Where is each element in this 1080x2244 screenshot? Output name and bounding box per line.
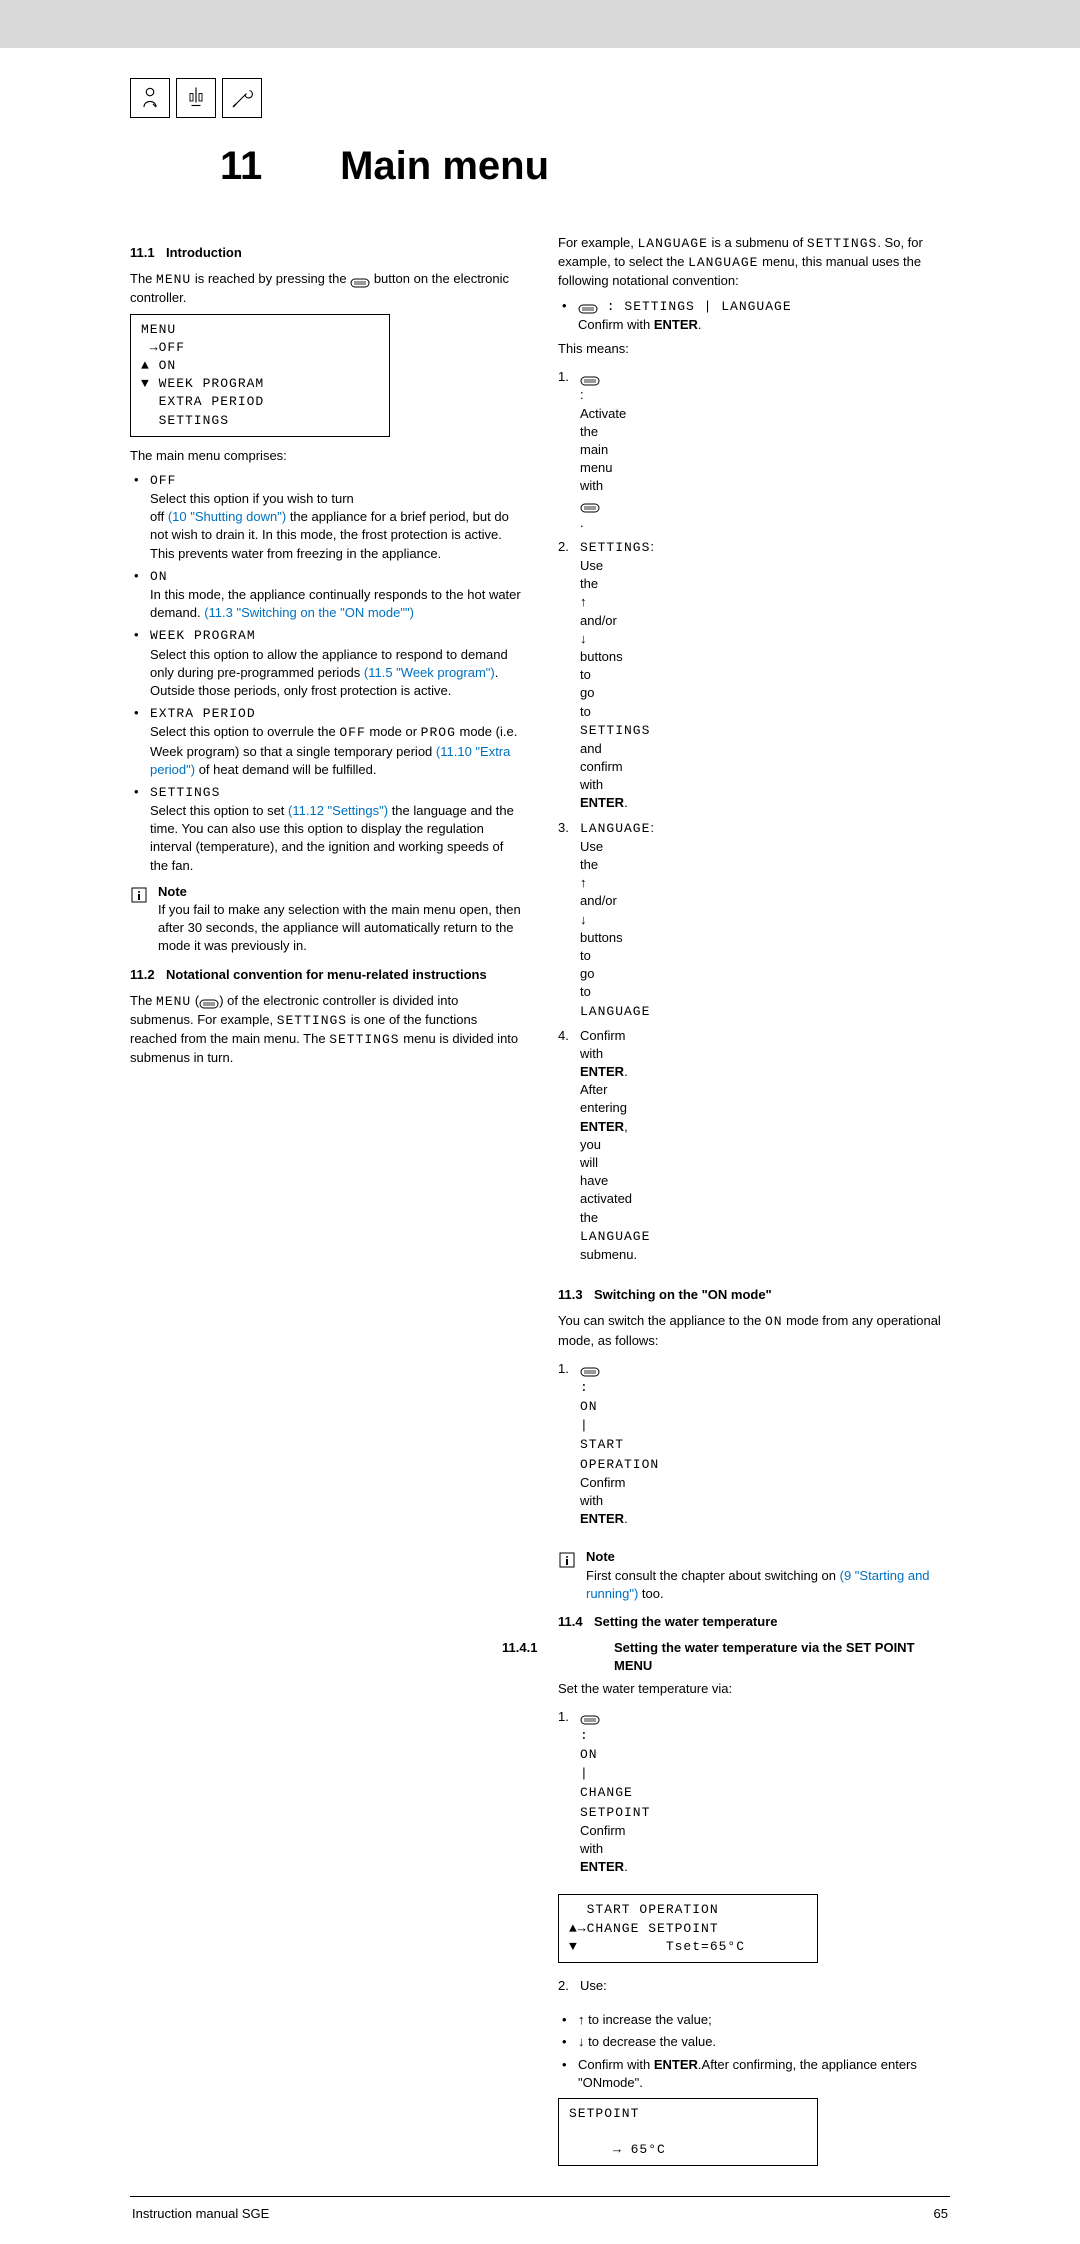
- section-11-1-heading: 11.1Introduction: [130, 244, 522, 262]
- list-item: 1. : Activate the main menu with .: [558, 368, 594, 532]
- menu-icon: [580, 1364, 600, 1374]
- list-item: 4. Confirm with ENTER. After entering EN…: [558, 1027, 594, 1264]
- menu-icon: [580, 500, 600, 510]
- menu-icon: [580, 1712, 600, 1722]
- chapter-number: 11: [220, 144, 262, 188]
- link-on-mode[interactable]: (11.3 "Switching on the "ON mode""): [204, 605, 414, 620]
- list-item: Confirm with ENTER.After confirming, the…: [558, 2056, 950, 2092]
- section-11-3-body: You can switch the appliance to the ON m…: [558, 1312, 950, 1349]
- list-item: : SETTINGS | LANGUAGE Confirm with ENTER…: [558, 297, 950, 334]
- footer-rule: [130, 2196, 950, 2197]
- setpoint-steps: 1. : ON | CHANGE SETPOINT Confirm with E…: [558, 1708, 594, 1883]
- up-arrow-icon: ↑: [580, 594, 587, 609]
- convention-list: : SETTINGS | LANGUAGE Confirm with ENTER…: [558, 297, 950, 334]
- down-arrow-icon: ↓: [580, 912, 587, 927]
- list-item: ON In this mode, the appliance continual…: [130, 567, 522, 623]
- list-item: WEEK PROGRAM Select this option to allow…: [130, 626, 522, 700]
- note-block: Note First consult the chapter about swi…: [558, 1548, 950, 1603]
- list-item: 1. : ON | CHANGE SETPOINT Confirm with E…: [558, 1708, 594, 1877]
- section-11-4-heading: 11.4Setting the water temperature: [558, 1613, 950, 1631]
- list-item: 3. LANGUAGE: Use the ↑ and/or ↓ buttons …: [558, 819, 594, 1021]
- intro-text: The MENU is reached by pressing the butt…: [130, 270, 522, 307]
- menu-icon: [350, 275, 370, 285]
- down-arrow-icon: ↓: [580, 631, 587, 646]
- section-11-4-1-heading: 11.4.1Setting the water temperature via …: [614, 1639, 950, 1675]
- up-arrow-icon: ↑: [580, 875, 587, 890]
- lcd-display-main-menu: MENU →OFF ▲ ON ▼ WEEK PROGRAM EXTRA PERI…: [130, 314, 390, 437]
- setpoint-steps-2: 2. Use:: [558, 1977, 594, 2001]
- note-icon: [558, 1551, 576, 1569]
- chapter-title-text: Main menu: [340, 144, 549, 188]
- main-menu-list: OFF Select this option if you wish to tu…: [130, 471, 522, 875]
- section-11-2-body: The MENU () of the electronic controller…: [130, 992, 522, 1068]
- page-number: 65: [934, 2205, 948, 2223]
- note-block: Note If you fail to make any selection w…: [130, 883, 522, 956]
- audience-icons: [130, 78, 950, 118]
- link-week-program[interactable]: (11.5 "Week program"): [364, 665, 495, 680]
- list-item: 2. SETTINGS: Use the ↑ and/or ↓ buttons …: [558, 538, 594, 813]
- chapter-title: 11 Main menu: [220, 138, 950, 194]
- list-item: 1. : ON | START OPERATION Confirm with E…: [558, 1360, 594, 1529]
- footer-left: Instruction manual SGE: [132, 2205, 269, 2223]
- menu-icon: [580, 373, 600, 383]
- left-column: 11.1Introduction The MENU is reached by …: [130, 234, 522, 2176]
- section-11-3-heading: 11.3Switching on the "ON mode": [558, 1286, 950, 1304]
- link-shutting-down[interactable]: (10 "Shutting down"): [168, 509, 286, 524]
- comprises-text: The main menu comprises:: [130, 447, 522, 465]
- list-item: EXTRA PERIOD Select this option to overr…: [130, 704, 522, 779]
- lcd-display-change-setpoint: START OPERATION ▲→CHANGE SETPOINT ▼ Tset…: [558, 1894, 818, 1963]
- list-item: OFF Select this option if you wish to tu…: [130, 471, 522, 563]
- user-icon: [130, 78, 170, 118]
- right-intro: For example, LANGUAGE is a submenu of SE…: [558, 234, 950, 291]
- list-item: 2. Use:: [558, 1977, 594, 1995]
- footer: Instruction manual SGE 65: [130, 2205, 950, 2223]
- section-11-2-heading: 11.2Notational convention for menu-relat…: [130, 966, 522, 984]
- page-content: 11 Main menu 11.1Introduction The MENU i…: [0, 48, 1080, 2244]
- installer-icon: [176, 78, 216, 118]
- right-column: For example, LANGUAGE is a submenu of SE…: [558, 234, 950, 2176]
- service-icon: [222, 78, 262, 118]
- lcd-display-setpoint: SETPOINT → 65°C: [558, 2098, 818, 2167]
- header-bar: [0, 0, 1080, 48]
- menu-icon: [578, 301, 598, 311]
- note-icon: [130, 886, 148, 904]
- list-item: ↑ to increase the value;: [558, 2011, 950, 2029]
- menu-icon: [199, 996, 219, 1006]
- means-steps: 1. : Activate the main menu with . 2. SE…: [558, 368, 594, 1270]
- use-list: ↑ to increase the value; ↓ to decrease t…: [558, 2011, 950, 2092]
- this-means: This means:: [558, 340, 950, 358]
- list-item: ↓ to decrease the value.: [558, 2033, 950, 2051]
- list-item: SETTINGS Select this option to set (11.1…: [130, 783, 522, 875]
- on-mode-steps: 1. : ON | START OPERATION Confirm with E…: [558, 1360, 594, 1535]
- set-intro: Set the water temperature via:: [558, 1680, 950, 1698]
- link-settings[interactable]: (11.12 "Settings"): [288, 803, 388, 818]
